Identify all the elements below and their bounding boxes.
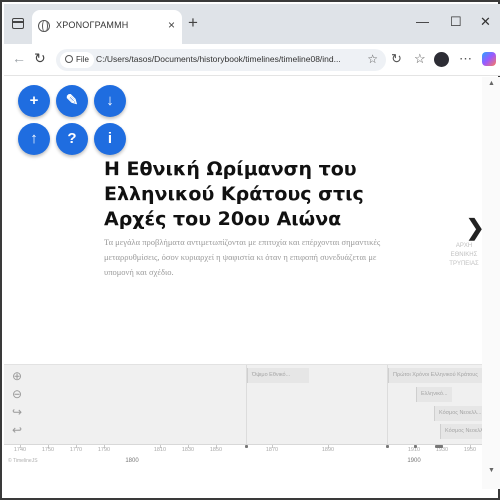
tick-label: 1830 <box>181 447 195 453</box>
undo-icon[interactable]: ↩ <box>12 423 22 437</box>
timeline-marker[interactable]: Κόσμος Νεοελλ... <box>440 424 482 439</box>
tick-label: 1850 <box>209 447 223 453</box>
minimize-icon[interactable]: — <box>416 14 429 29</box>
slide-headline: Η Εθνική Ωρίμανση του Ελληνικού Κράτους … <box>104 158 364 230</box>
info-circle-icon <box>65 55 73 63</box>
star-icon[interactable]: ☆ <box>367 52 378 66</box>
tab-strip: ΧΡΟΝΟΓΡΑΜΜΗ × + — ☐ ✕ <box>4 4 500 44</box>
redo-icon[interactable]: ↪ <box>12 405 22 419</box>
file-chip[interactable]: File <box>60 52 94 68</box>
zoom-in-icon[interactable]: ⊕ <box>12 369 22 383</box>
favorites-icon[interactable]: ☆ <box>414 51 426 67</box>
tick-label: 1950 <box>463 447 477 453</box>
browser-toolbar: ← ↻ File C:/Users/tasos/Documents/histor… <box>4 44 500 76</box>
window-menu-icon[interactable] <box>12 18 24 29</box>
zoom-out-icon[interactable]: ⊖ <box>12 387 22 401</box>
browser-tab[interactable]: ΧΡΟΝΟΓΡΑΜΜΗ × <box>32 10 182 44</box>
close-window-icon[interactable]: ✕ <box>480 14 491 30</box>
maximize-icon[interactable]: ☐ <box>450 14 462 30</box>
back-icon[interactable]: ← <box>12 50 26 66</box>
timeline-marker[interactable]: Όψιμο Εθνικό... <box>247 368 309 383</box>
file-chip-label: File <box>76 55 89 64</box>
time-axis: 1740 1750 1770 1790 1810 1830 1850 1870 … <box>4 444 482 489</box>
tab-title: ΧΡΟΝΟΓΡΑΜΜΗ <box>56 20 129 30</box>
event-dot <box>245 445 248 448</box>
tick-label: 1890 <box>321 447 335 453</box>
next-slide-label[interactable]: ΑΡΧΗ ΕΘΝΙΚΗΣ ΤΡΥΠΕΙΑΣ <box>444 242 482 269</box>
major-tick-label: 1900 <box>407 458 421 464</box>
edit-button[interactable]: ✎ <box>56 85 88 117</box>
scroll-down-icon[interactable]: ▼ <box>488 467 495 474</box>
scroll-up-icon[interactable]: ▲ <box>488 80 495 87</box>
timeline-marker[interactable]: Κόσμος Νεοελλ... <box>434 406 482 421</box>
add-button[interactable]: + <box>18 85 50 117</box>
help-button[interactable]: ? <box>56 123 88 155</box>
tick-label: 1770 <box>69 447 83 453</box>
download-button[interactable]: ↓ <box>94 85 126 117</box>
timeline-credit: © TimelineJS <box>8 458 38 464</box>
tick-label: 1750 <box>41 447 55 453</box>
next-slide-icon[interactable]: ❯ <box>466 215 482 241</box>
tick-label: 1870 <box>265 447 279 453</box>
more-menu-icon[interactable]: ⋯ <box>459 51 472 67</box>
event-dot <box>386 445 389 448</box>
timeline-marker[interactable]: Πρώτοι Χρόνοι Ελληνικού Κράτους <box>388 368 482 383</box>
vertical-scrollbar[interactable] <box>482 77 500 489</box>
tick-label: 1810 <box>153 447 167 453</box>
url-text[interactable]: C:/Users/tasos/Documents/historybook/tim… <box>96 54 358 64</box>
new-tab-button[interactable]: + <box>188 13 198 33</box>
timeline-page: + ✎ ↓ ↑ ? i Η Εθνική Ωρίμανση του Ελληνι… <box>4 77 482 489</box>
timeline-marker[interactable]: Ελληνικό... <box>416 387 452 402</box>
refresh-icon[interactable]: ↻ <box>34 50 46 67</box>
address-bar[interactable]: File C:/Users/tasos/Documents/historyboo… <box>56 49 386 71</box>
browser-window: ΧΡΟΝΟΓΡΑΜΜΗ × + — ☐ ✕ ← ↻ File C:/Users/… <box>0 0 500 500</box>
tab-close-icon[interactable]: × <box>168 18 175 32</box>
refresh-page-icon[interactable]: ↻ <box>391 51 402 67</box>
upload-button[interactable]: ↑ <box>18 123 50 155</box>
slide-description: Τα μεγάλα προβλήματα αντιμετωπίζονται με… <box>104 237 381 277</box>
copilot-icon[interactable] <box>482 52 496 66</box>
tick-label: 1790 <box>97 447 111 453</box>
event-dot <box>435 445 443 448</box>
major-tick-label: 1800 <box>125 458 139 464</box>
timeline-nav[interactable]: ⊕ ⊖ ↪ ↩ Όψιμο Εθνικό... Πρώτοι Χρόνοι Ελ… <box>4 364 482 445</box>
globe-icon <box>38 20 50 32</box>
tick-label: 1740 <box>13 447 27 453</box>
info-button[interactable]: i <box>94 123 126 155</box>
avatar[interactable] <box>434 52 449 67</box>
event-dot <box>414 445 417 448</box>
